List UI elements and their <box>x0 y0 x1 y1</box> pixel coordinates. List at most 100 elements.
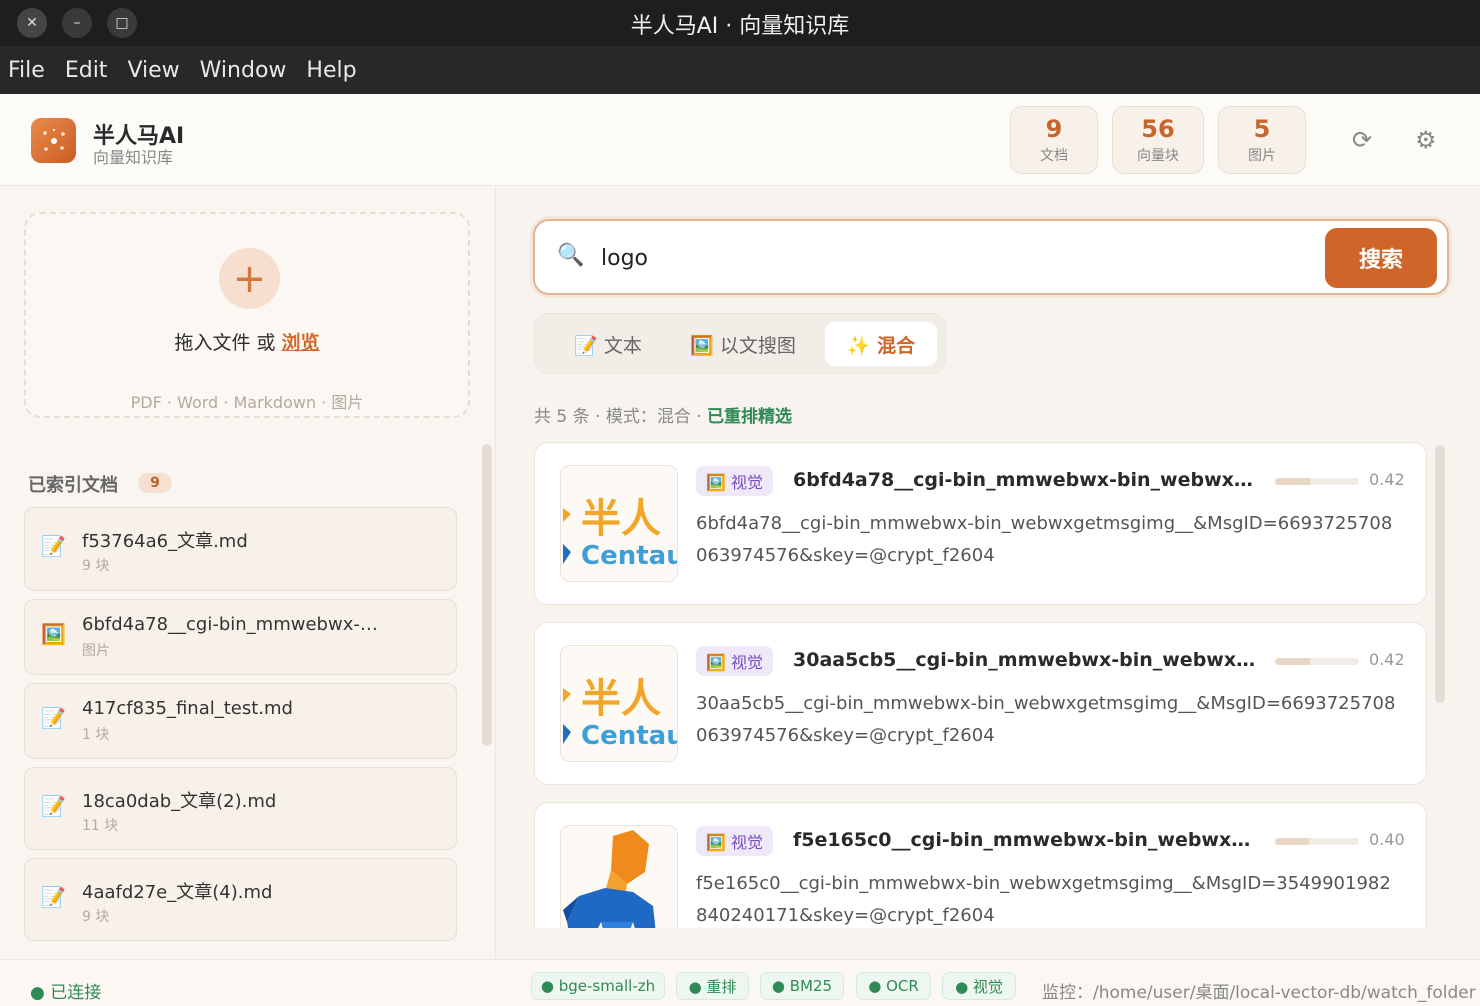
score-value: 0.42 <box>1369 470 1405 489</box>
menu-help[interactable]: Help <box>306 58 356 83</box>
results-scrollbar[interactable] <box>1435 445 1445 703</box>
main-panel: 🔍 搜索 📝 文本 🖼️ 以文搜图 ✨ 混合 共 5 条 · 模式：混合 · 已… <box>497 187 1480 959</box>
stat-chunks: 56 向量块 <box>1112 106 1204 174</box>
menu-file[interactable]: File <box>8 58 45 83</box>
title-bar: ✕ – □ 半人马AI · 向量知识库 <box>0 0 1480 46</box>
stat-value: 56 <box>1141 115 1175 143</box>
result-card[interactable]: 半人 Centau 🖼️ 视觉 6bfd4a78__cgi-bin_mmwebw… <box>534 442 1427 605</box>
score-bar-fill <box>1275 658 1311 665</box>
doc-list-item[interactable]: 📝 4aafd27e_文章(4).md 9 块 <box>24 858 457 941</box>
doc-list-item[interactable]: 🖼️ 6bfd4a78__cgi-bin_mmwebwx-bin_webwxge… <box>24 599 457 675</box>
feature-pill-vision: ● 视觉 <box>942 972 1016 1000</box>
plus-icon[interactable]: + <box>219 248 280 309</box>
doc-meta: 11 块 <box>82 818 119 834</box>
watch-folder-path: 监控：/home/user/桌面/local-vector-db/watch_f… <box>1042 983 1476 1003</box>
window-title: 半人马AI · 向量知识库 <box>630 14 850 39</box>
status-bar: ● 已连接 ● bge-small-zh ● 重排 ● BM25 ● OCR ●… <box>0 959 1480 1006</box>
result-thumbnail: 半人 Centau <box>560 465 678 582</box>
doc-name: 18ca0dab_文章(2).md <box>82 791 277 812</box>
score-bar-fill <box>1275 838 1309 845</box>
result-list: 半人 Centau 🖼️ 视觉 6bfd4a78__cgi-bin_mmwebw… <box>534 442 1436 928</box>
score-value: 0.42 <box>1369 650 1405 669</box>
doc-name: f53764a6_文章.md <box>82 531 248 552</box>
visual-tag: 🖼️ 视觉 <box>696 646 774 676</box>
score-bar <box>1275 658 1359 665</box>
drop-zone-text: 拖入文件 或 浏览 <box>26 328 468 355</box>
menu-edit[interactable]: Edit <box>65 58 108 83</box>
sidebar-scrollbar[interactable] <box>482 444 492 746</box>
centaur-logo-image <box>561 826 677 928</box>
indexed-docs-count-badge: 9 <box>138 473 172 493</box>
menu-bar: File Edit View Window Help <box>0 46 1480 94</box>
tab-hybrid[interactable]: ✨ 混合 <box>825 322 937 366</box>
thumb-logo-text: 半人 <box>581 496 661 542</box>
search-input[interactable] <box>601 241 1201 275</box>
browse-link[interactable]: 浏览 <box>282 332 320 354</box>
tab-text[interactable]: 📝 文本 <box>553 322 663 366</box>
visual-tag: 🖼️ 视觉 <box>696 466 774 496</box>
markdown-file-icon: 📝 <box>41 885 66 909</box>
app-header: 半人马AI 向量知识库 9 文档 56 向量块 5 图片 ⟳ ⚙ <box>0 94 1480 186</box>
visual-tag: 🖼️ 视觉 <box>696 826 774 856</box>
doc-list-item[interactable]: 📝 f53764a6_文章.md 9 块 <box>24 507 457 591</box>
search-button[interactable]: 搜索 <box>1325 228 1437 288</box>
doc-meta: 9 块 <box>82 558 110 574</box>
thumb-logo-text: 半人 <box>581 676 661 722</box>
result-thumbnail <box>560 825 678 928</box>
image-file-icon: 🖼️ <box>41 622 66 646</box>
score-value: 0.40 <box>1369 830 1405 849</box>
result-card[interactable]: 半人 Centau 🖼️ 视觉 30aa5cb5__cgi-bin_mmwebw… <box>534 622 1427 785</box>
markdown-file-icon: 📝 <box>41 794 66 818</box>
thumb-logo-subtext: Centau <box>581 541 678 571</box>
stat-value: 9 <box>1045 115 1063 143</box>
doc-meta: 1 块 <box>82 727 110 743</box>
result-card[interactable]: 🖼️ 视觉 f5e165c0__cgi-bin_mmwebwx-bin_webw… <box>534 802 1427 928</box>
result-snippet: 30aa5cb5__cgi-bin_mmwebwx-bin_webwxgetms… <box>696 693 1396 746</box>
drop-zone-label: 拖入文件 或 <box>174 332 282 354</box>
refresh-icon[interactable]: ⟳ <box>1352 126 1372 154</box>
reranked-label: 已重排精选 <box>707 407 793 427</box>
feature-pill-rerank: ● 重排 <box>676 972 749 1000</box>
stat-images: 5 图片 <box>1218 106 1306 174</box>
doc-list-item[interactable]: 📝 417cf835_final_test.md 1 块 <box>24 683 457 759</box>
score-bar <box>1275 838 1359 845</box>
model-pill-embedding: ● bge-small-zh <box>531 972 665 1000</box>
result-title[interactable]: f5e165c0__cgi-bin_mmwebwx-bin_webwxgetms… <box>793 829 1263 851</box>
indexed-docs-heading: 已索引文档 <box>28 475 118 496</box>
doc-meta: 9 块 <box>82 909 110 925</box>
menu-window[interactable]: Window <box>200 58 287 83</box>
stat-label: 文档 <box>1040 148 1068 164</box>
markdown-file-icon: 📝 <box>41 706 66 730</box>
feature-pill-bm25: ● BM25 <box>760 972 844 1000</box>
result-summary: 共 5 条 · 模式：混合 · 已重排精选 <box>534 402 792 427</box>
stat-documents: 9 文档 <box>1010 106 1098 174</box>
result-title[interactable]: 6bfd4a78__cgi-bin_mmwebwx-bin_webwxgetms… <box>793 469 1263 491</box>
sparkle-logo-icon <box>31 118 76 163</box>
result-snippet: f5e165c0__cgi-bin_mmwebwx-bin_webwxgetms… <box>696 873 1391 926</box>
menu-view[interactable]: View <box>127 58 179 83</box>
stat-label: 图片 <box>1248 148 1276 164</box>
doc-name: 6bfd4a78__cgi-bin_mmwebwx-bin_webwxgetms… <box>82 614 387 635</box>
search-icon: 🔍 <box>557 243 585 268</box>
supported-formats-hint: PDF · Word · Markdown · 图片 <box>130 393 364 412</box>
score-bar <box>1275 478 1359 485</box>
doc-list-item[interactable]: 📝 18ca0dab_文章(2).md 11 块 <box>24 767 457 850</box>
search-bar: 🔍 搜索 <box>533 219 1449 295</box>
settings-gear-icon[interactable]: ⚙ <box>1415 126 1437 154</box>
result-thumbnail: 半人 Centau <box>560 645 678 762</box>
thumb-logo-subtext: Centau <box>581 721 678 751</box>
brand-subtitle: 向量知识库 <box>93 148 174 167</box>
markdown-file-icon: 📝 <box>41 534 66 558</box>
doc-meta: 图片 <box>82 643 110 659</box>
stat-value: 5 <box>1253 115 1271 143</box>
summary-text: 共 5 条 · 模式：混合 · <box>534 407 708 427</box>
tab-text-to-image[interactable]: 🖼️ 以文搜图 <box>673 322 813 366</box>
result-snippet: 6bfd4a78__cgi-bin_mmwebwx-bin_webwxgetms… <box>696 513 1393 566</box>
score-bar-fill <box>1275 478 1311 485</box>
result-title[interactable]: 30aa5cb5__cgi-bin_mmwebwx-bin_webwxgetms… <box>793 649 1263 671</box>
connection-status: ● 已连接 <box>30 983 102 1003</box>
search-mode-tabs: 📝 文本 🖼️ 以文搜图 ✨ 混合 <box>534 313 946 374</box>
left-sidebar: + 拖入文件 或 浏览 PDF · Word · Markdown · 图片 已… <box>0 187 496 959</box>
file-drop-zone[interactable]: + 拖入文件 或 浏览 PDF · Word · Markdown · 图片 <box>24 212 470 418</box>
doc-name: 4aafd27e_文章(4).md <box>82 882 273 903</box>
